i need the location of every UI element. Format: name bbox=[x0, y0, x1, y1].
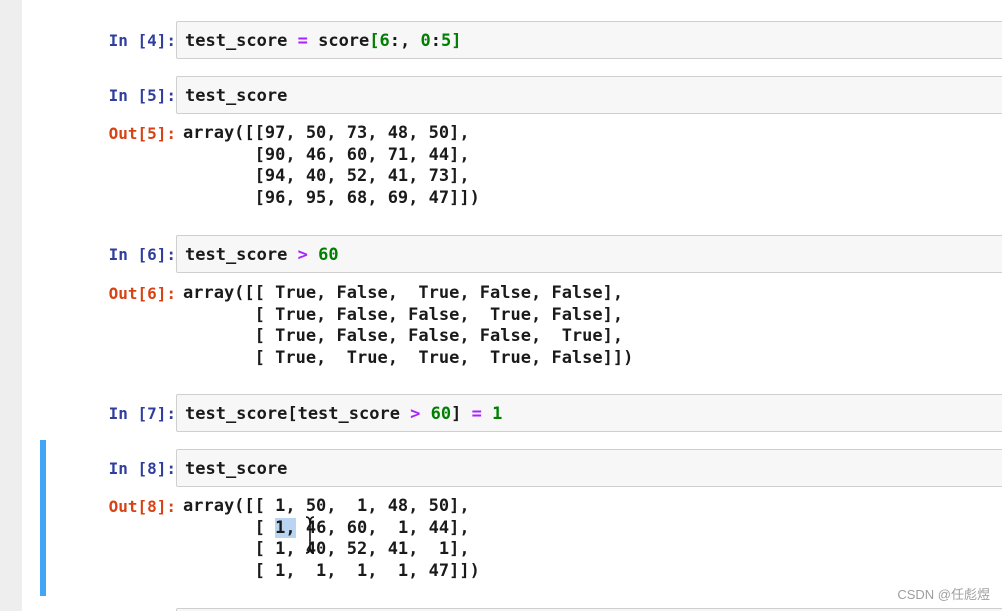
cell-6[interactable]: In [6]: test_score > 60 Out[6]: array([[… bbox=[22, 230, 1002, 390]
in-prompt-6: In [6]: bbox=[108, 245, 176, 264]
out-prompt-8: Out[8]: bbox=[108, 497, 176, 516]
out-prompt-6: Out[6]: bbox=[108, 284, 176, 303]
code-input-7[interactable]: test_score[test_score > 60] = 1 bbox=[176, 394, 1002, 432]
in-prompt-4: In [4]: bbox=[108, 31, 176, 50]
code-text-6: test_score > 60 bbox=[185, 245, 339, 265]
text-cursor-icon bbox=[305, 516, 315, 554]
code-input-4[interactable]: test_score = score[6:, 0:5] bbox=[176, 21, 1002, 59]
in-prompt-7: In [7]: bbox=[108, 404, 176, 423]
cell-7[interactable]: In [7]: test_score[test_score > 60] = 1 bbox=[22, 390, 1002, 440]
code-text-5: test_score bbox=[185, 86, 288, 106]
code-input-6[interactable]: test_score > 60 bbox=[176, 235, 1002, 273]
in-prompt-8: In [8]: bbox=[108, 459, 176, 478]
cell-next-partial[interactable] bbox=[22, 600, 1002, 611]
code-input-8[interactable]: test_score bbox=[176, 449, 1002, 487]
cell-8-selected[interactable]: In [8]: test_score Out[8]: array([[ 1, 5… bbox=[22, 440, 1002, 600]
code-text-4: test_score = score[6:, 0:5] bbox=[185, 31, 462, 51]
code-text-7: test_score[test_score > 60] = 1 bbox=[185, 404, 503, 424]
output-6: array([[ True, False, True, False, False… bbox=[183, 283, 634, 369]
out-prompt-5: Out[5]: bbox=[108, 124, 176, 143]
notebook: In [4]: test_score = score[6:, 0:5] In [… bbox=[22, 0, 1002, 611]
watermark: CSDN @任彪煜 bbox=[897, 587, 990, 602]
selected-cell-indicator bbox=[40, 440, 46, 596]
selected-text-highlight: 1, bbox=[275, 517, 296, 538]
output-8[interactable]: array([[ 1, 50, 1, 48, 50], [ 1, 46, 60,… bbox=[183, 496, 480, 583]
cell-4[interactable]: In [4]: test_score = score[6:, 0:5] bbox=[22, 0, 1002, 70]
cell-5[interactable]: In [5]: test_score Out[5]: array([[97, 5… bbox=[22, 70, 1002, 230]
output-5: array([[97, 50, 73, 48, 50], [90, 46, 60… bbox=[183, 123, 480, 209]
in-prompt-5: In [5]: bbox=[108, 86, 176, 105]
code-text-8: test_score bbox=[185, 459, 288, 479]
code-input-5[interactable]: test_score bbox=[176, 76, 1002, 114]
